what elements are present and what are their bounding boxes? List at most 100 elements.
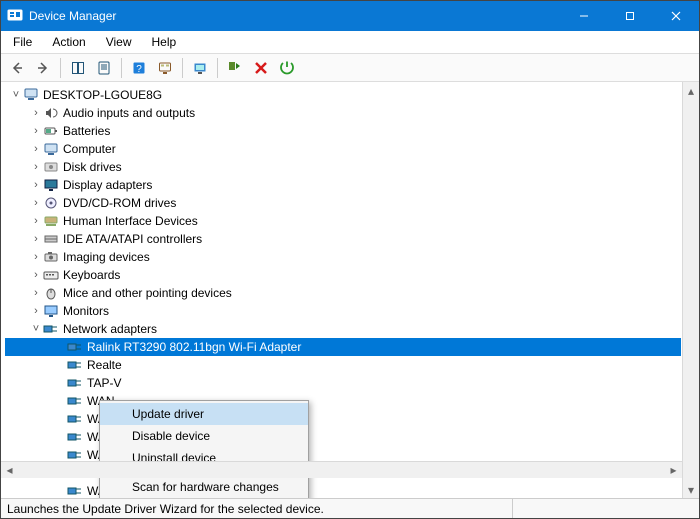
- tree-item-network-adapters[interactable]: ˅ Network adapters: [5, 320, 681, 338]
- ctx-disable-device[interactable]: Disable device: [100, 425, 308, 447]
- tree-item-tap[interactable]: · TAP-V: [5, 374, 681, 392]
- vertical-scrollbar[interactable]: ▴ ▾: [682, 82, 699, 498]
- tree-item-realtek[interactable]: · Realte: [5, 356, 681, 374]
- scroll-down-icon[interactable]: ▾: [683, 481, 700, 498]
- twisty-icon[interactable]: ›: [29, 140, 43, 158]
- scroll-right-icon[interactable]: ▸: [665, 462, 682, 479]
- ctx-scan-hardware[interactable]: Scan for hardware changes: [100, 476, 308, 498]
- tree-item-audio[interactable]: › Audio inputs and outputs: [5, 104, 681, 122]
- app-icon: [7, 8, 23, 24]
- controller-icon: [43, 231, 59, 247]
- twisty-icon[interactable]: ˅: [9, 86, 23, 104]
- display-icon: [43, 177, 59, 193]
- scroll-left-icon[interactable]: ◂: [1, 462, 18, 479]
- nav-fwd-button[interactable]: [31, 56, 55, 80]
- twisty-icon[interactable]: ›: [29, 230, 43, 248]
- tree-item-ralink[interactable]: · Ralink RT3290 802.11bgn Wi-Fi Adapter: [5, 338, 681, 356]
- scroll-up-icon[interactable]: ▴: [683, 82, 700, 99]
- tree-item-dvd[interactable]: › DVD/CD-ROM drives: [5, 194, 681, 212]
- menu-view[interactable]: View: [98, 33, 140, 51]
- close-button[interactable]: [653, 1, 699, 31]
- tree-label: Keyboards: [63, 266, 120, 284]
- disable-device-button[interactable]: [275, 56, 299, 80]
- optical-drive-icon: [43, 195, 59, 211]
- tree-label: TAP-V: [87, 374, 121, 392]
- tree-label: IDE ATA/ATAPI controllers: [63, 230, 202, 248]
- network-adapter-icon: [67, 357, 83, 373]
- context-menu: Update driver Disable device Uninstall d…: [99, 400, 309, 498]
- twisty-icon[interactable]: ›: [29, 104, 43, 122]
- horizontal-scrollbar[interactable]: ◂ ▸: [1, 461, 682, 478]
- tree-root-label: DESKTOP-LGOUE8G: [43, 86, 162, 104]
- tree-label: Monitors: [63, 302, 109, 320]
- mouse-icon: [43, 285, 59, 301]
- audio-icon: [43, 105, 59, 121]
- status-bar: Launches the Update Driver Wizard for th…: [1, 498, 699, 518]
- tree-item-display[interactable]: › Display adapters: [5, 176, 681, 194]
- nav-back-button[interactable]: [5, 56, 29, 80]
- tree-label: Ralink RT3290 802.11bgn Wi-Fi Adapter: [87, 338, 301, 356]
- network-adapter-icon: [67, 393, 83, 409]
- twisty-icon[interactable]: ›: [29, 122, 43, 140]
- twisty-icon[interactable]: ›: [29, 212, 43, 230]
- camera-icon: [43, 249, 59, 265]
- twisty-icon[interactable]: ›: [29, 302, 43, 320]
- twisty-icon[interactable]: ›: [29, 158, 43, 176]
- update-driver-button[interactable]: [188, 56, 212, 80]
- network-icon: [43, 321, 59, 337]
- hid-icon: [43, 213, 59, 229]
- titlebar: Device Manager: [1, 1, 699, 31]
- tree-item-batteries[interactable]: › Batteries: [5, 122, 681, 140]
- menu-file[interactable]: File: [5, 33, 40, 51]
- tree-label: Computer: [63, 140, 116, 158]
- tree-item-imaging[interactable]: › Imaging devices: [5, 248, 681, 266]
- battery-icon: [43, 123, 59, 139]
- tree-item-keyboards[interactable]: › Keyboards: [5, 266, 681, 284]
- tree-item-mice[interactable]: › Mice and other pointing devices: [5, 284, 681, 302]
- tree-label: Realte: [87, 356, 122, 374]
- window-title: Device Manager: [29, 9, 561, 23]
- computer-icon: [43, 141, 59, 157]
- tree-item-ide[interactable]: › IDE ATA/ATAPI controllers: [5, 230, 681, 248]
- twisty-icon[interactable]: ›: [29, 284, 43, 302]
- tree-item-monitors[interactable]: › Monitors: [5, 302, 681, 320]
- tree-root[interactable]: ˅ DESKTOP-LGOUE8G: [5, 86, 681, 104]
- enable-device-button[interactable]: [223, 56, 247, 80]
- twisty-icon[interactable]: ›: [29, 248, 43, 266]
- tree-area: ˅ DESKTOP-LGOUE8G › Audio inputs and out…: [1, 82, 699, 498]
- twisty-icon[interactable]: ›: [29, 176, 43, 194]
- twisty-icon[interactable]: ›: [29, 194, 43, 212]
- network-adapter-icon: [67, 429, 83, 445]
- toolbar: ?: [1, 54, 699, 82]
- tree-label: Batteries: [63, 122, 110, 140]
- network-adapter-icon: [67, 339, 83, 355]
- keyboard-icon: [43, 267, 59, 283]
- menu-action[interactable]: Action: [44, 33, 93, 51]
- menu-help[interactable]: Help: [144, 33, 185, 51]
- maximize-button[interactable]: [607, 1, 653, 31]
- minimize-button[interactable]: [561, 1, 607, 31]
- tree-label: Network adapters: [63, 320, 157, 338]
- show-hide-tree-button[interactable]: [66, 56, 90, 80]
- disk-icon: [43, 159, 59, 175]
- ctx-update-driver[interactable]: Update driver: [100, 403, 308, 425]
- tree-item-hid[interactable]: › Human Interface Devices: [5, 212, 681, 230]
- scan-hardware-button[interactable]: [153, 56, 177, 80]
- tree-label: Human Interface Devices: [63, 212, 198, 230]
- twisty-icon[interactable]: ›: [29, 266, 43, 284]
- tree-label: Mice and other pointing devices: [63, 284, 232, 302]
- uninstall-device-button[interactable]: [249, 56, 273, 80]
- computer-icon: [23, 87, 39, 103]
- tree-label: Audio inputs and outputs: [63, 104, 195, 122]
- tree-item-computer[interactable]: › Computer: [5, 140, 681, 158]
- help-button[interactable]: ?: [127, 56, 151, 80]
- properties-button[interactable]: [92, 56, 116, 80]
- network-adapter-icon: [67, 483, 83, 498]
- monitor-icon: [43, 303, 59, 319]
- svg-text:?: ?: [136, 64, 142, 75]
- network-adapter-icon: [67, 411, 83, 427]
- status-pane-right: [513, 499, 693, 518]
- twisty-icon[interactable]: ˅: [29, 320, 43, 338]
- network-adapter-icon: [67, 375, 83, 391]
- tree-item-disk[interactable]: › Disk drives: [5, 158, 681, 176]
